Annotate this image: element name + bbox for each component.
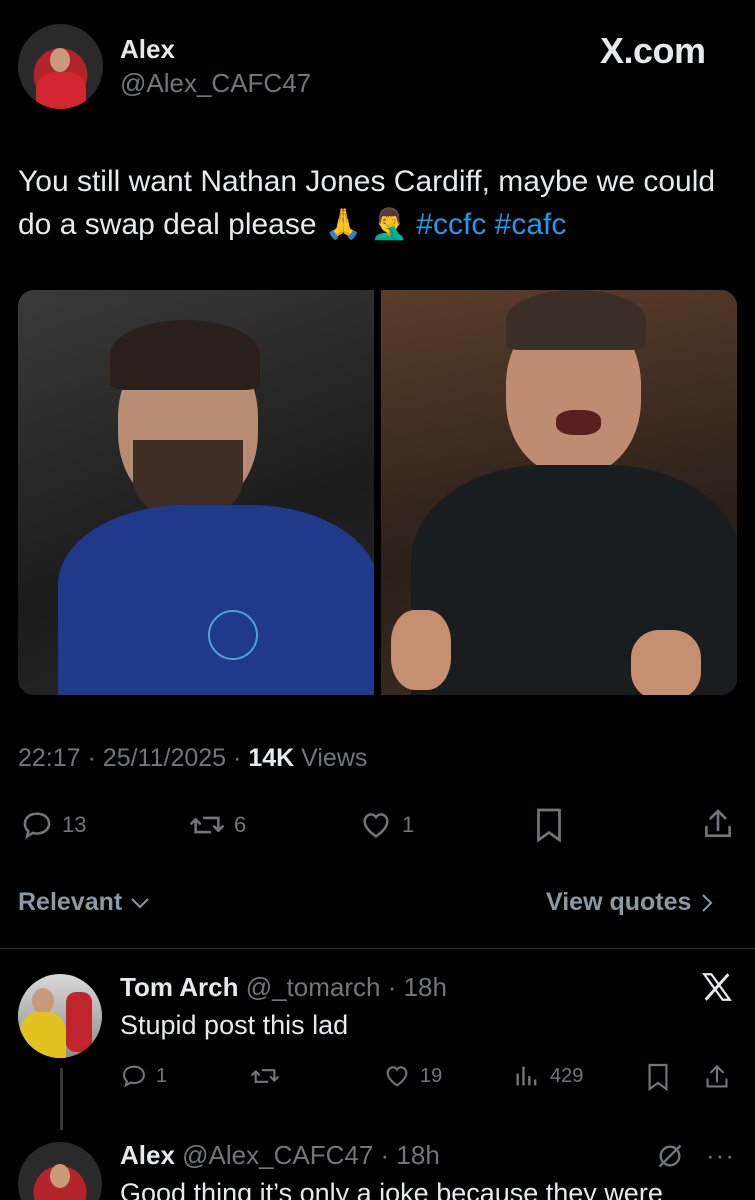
reply-like-button[interactable]: 19 [382, 1062, 442, 1090]
reply-views-button[interactable]: 429 [512, 1062, 583, 1090]
media-image-left[interactable] [18, 290, 374, 695]
view-quotes-label: View quotes [546, 888, 692, 916]
reply2-author-handle[interactable]: @Alex_CAFC47 [182, 1140, 373, 1170]
bookmark-button[interactable] [534, 807, 564, 843]
tweet-time: 22:17 [18, 744, 81, 772]
bookmark-icon [537, 808, 561, 843]
media-image-right[interactable] [381, 290, 737, 695]
reply-reply-button[interactable]: 1 [120, 1062, 167, 1090]
chevron-down-icon [131, 897, 149, 908]
repost-icon [190, 816, 224, 834]
reply-avatar-alex[interactable] [18, 1142, 102, 1200]
reply2-text: Good thing it’s only a joke because they… [120, 1178, 663, 1200]
reply-author-name[interactable]: Tom Arch [120, 972, 238, 1002]
reply-text: Stupid post this lad [120, 1010, 349, 1040]
reply-views-count: 429 [550, 1064, 584, 1087]
tweet-emojis: 🙏 🤦‍♂️ [324, 208, 408, 241]
reply-button[interactable]: 13 [20, 808, 86, 842]
views-icon [516, 1066, 537, 1086]
repost-count: 6 [234, 812, 247, 837]
views-count: 14K [248, 744, 295, 772]
tweet-text: You still want Nathan Jones Cardiff, may… [18, 160, 738, 246]
grok-icon[interactable] [656, 1142, 684, 1170]
reply-author-handle[interactable]: @_tomarch [246, 972, 381, 1002]
views-label: Views [301, 744, 368, 772]
like-icon [363, 813, 389, 838]
x-logo-icon [700, 970, 734, 1004]
reply-icon [23, 812, 51, 839]
reply-repost-button[interactable] [248, 1062, 282, 1090]
like-count: 1 [402, 812, 415, 837]
reply-avatar-tom[interactable] [18, 974, 102, 1058]
brand-watermark: X.com [600, 30, 706, 71]
divider [0, 948, 755, 949]
sort-relevant-label: Relevant [18, 888, 123, 916]
like-button[interactable]: 1 [358, 808, 414, 842]
reply-time: 18h [403, 972, 447, 1002]
tweet-meta: 22:17 · 25/11/2025 · 14K Views [18, 744, 368, 772]
chevron-right-icon [702, 893, 713, 912]
share-icon [706, 1064, 728, 1088]
like-icon [386, 1066, 408, 1087]
reply-like-count: 19 [420, 1064, 443, 1087]
sort-relevant[interactable]: Relevant [18, 888, 152, 917]
reply-bookmark-button[interactable] [646, 1062, 670, 1092]
view-quotes-link[interactable]: View quotes [546, 888, 715, 917]
reply-share-button[interactable] [704, 1062, 730, 1092]
share-icon [705, 809, 731, 837]
author-name[interactable]: Alex [120, 34, 175, 65]
tweet-date: 25/11/2025 [102, 744, 227, 772]
author-handle[interactable]: @Alex_CAFC47 [120, 68, 311, 99]
more-icon[interactable]: ··· [706, 1140, 735, 1171]
reply-count: 13 [62, 812, 87, 837]
reply2-author-name[interactable]: Alex [120, 1140, 175, 1170]
reply-reply-count: 1 [156, 1064, 168, 1087]
repost-button[interactable]: 6 [188, 808, 246, 842]
reply2-time: 18h [396, 1140, 440, 1170]
thread-line [60, 1068, 63, 1130]
tweet-hashtags[interactable]: #ccfc #cafc [416, 208, 566, 241]
share-button[interactable] [702, 806, 734, 842]
bookmark-icon [648, 1063, 668, 1092]
author-avatar[interactable] [18, 24, 103, 109]
repost-icon [251, 1069, 279, 1083]
reply-header-alex: Alex @Alex_CAFC47 · 18h [120, 1140, 440, 1170]
reply-icon [123, 1065, 145, 1088]
reply-header-tom: Tom Arch @_tomarch · 18h [120, 972, 447, 1002]
